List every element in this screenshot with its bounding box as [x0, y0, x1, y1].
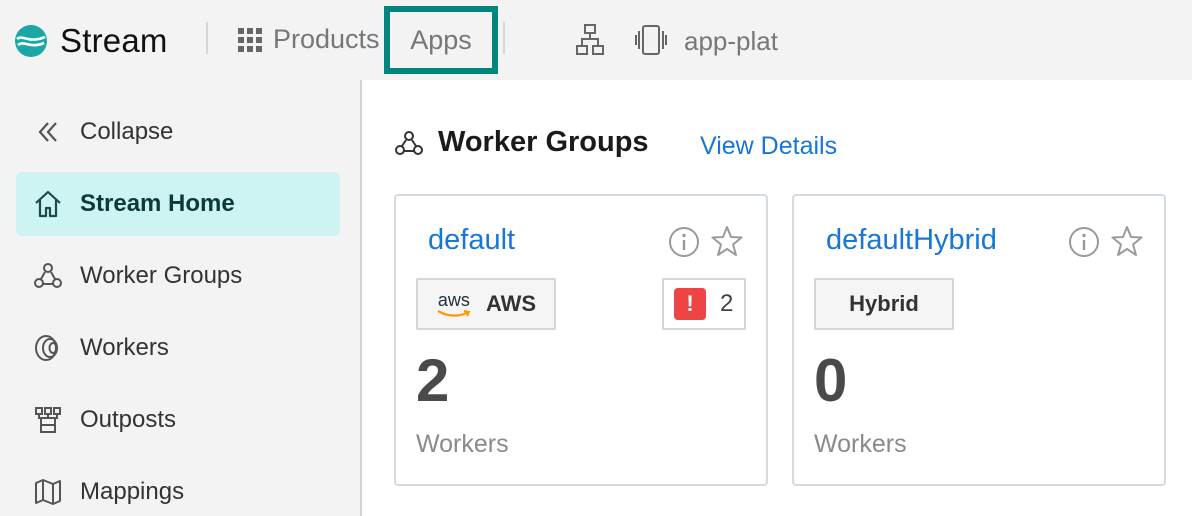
- products-label: Products: [273, 24, 380, 54]
- mappings-icon: [32, 476, 64, 508]
- double-chevron-left-icon: [32, 116, 64, 148]
- grid-icon: [238, 27, 262, 52]
- platform-label: Hybrid: [849, 291, 919, 316]
- platform-label: AWS: [485, 291, 537, 316]
- platform-badge: aws AWS: [416, 278, 556, 330]
- outposts-icon: [32, 404, 64, 436]
- star-icon[interactable]: [710, 224, 744, 258]
- sidebar-item-label: Worker Groups: [80, 262, 243, 289]
- alerts-badge[interactable]: ! 2: [662, 278, 746, 330]
- worker-count: 0: [814, 347, 848, 414]
- worker-count: 2: [416, 347, 450, 414]
- sidebar: Collapse Stream Home Worker Groups Worke…: [0, 80, 362, 516]
- sidebar-item-label: Outposts: [80, 406, 177, 433]
- brand-name: Stream: [60, 22, 168, 59]
- workspace-icon[interactable]: [634, 23, 668, 57]
- sidebar-item-mappings[interactable]: Mappings: [16, 460, 340, 516]
- info-icon[interactable]: [668, 226, 700, 258]
- main-content: Worker Groups View Details default aws A…: [362, 80, 1192, 516]
- products-menu[interactable]: Products: [238, 24, 380, 55]
- worker-groups-icon: [32, 260, 64, 292]
- top-bar: Stream Products Apps app-plat: [0, 0, 1192, 80]
- info-icon[interactable]: [1068, 226, 1100, 258]
- home-icon: [32, 188, 64, 220]
- sidebar-item-outposts[interactable]: Outposts: [16, 388, 340, 452]
- workspace-selector[interactable]: app-plat: [684, 26, 778, 57]
- platform-badge: Hybrid: [814, 278, 954, 330]
- worker-group-card[interactable]: default aws AWS ! 2 2 Workers: [394, 194, 768, 486]
- worker-group-name[interactable]: default: [428, 224, 515, 257]
- hierarchy-icon[interactable]: [576, 24, 604, 56]
- apps-label: Apps: [410, 24, 472, 55]
- sidebar-item-collapse[interactable]: Collapse: [16, 100, 340, 164]
- worker-group-card[interactable]: defaultHybrid Hybrid 0 Workers: [792, 194, 1166, 486]
- apps-button[interactable]: Apps: [384, 6, 498, 74]
- sidebar-item-label: Collapse: [80, 118, 174, 145]
- worker-group-name[interactable]: defaultHybrid: [826, 224, 997, 257]
- alert-icon: !: [674, 288, 706, 320]
- divider: [206, 22, 208, 54]
- sidebar-item-label: Stream Home: [80, 190, 235, 217]
- worker-count-label: Workers: [416, 430, 509, 458]
- sidebar-item-worker-groups[interactable]: Worker Groups: [16, 244, 340, 308]
- workers-icon: [32, 332, 64, 364]
- sidebar-item-label: Workers: [80, 334, 169, 361]
- sidebar-item-workers[interactable]: Workers: [16, 316, 340, 380]
- section-header: Worker Groups: [394, 126, 649, 159]
- sidebar-item-label: Mappings: [80, 478, 185, 505]
- section-title: Worker Groups: [438, 126, 649, 158]
- view-details-link[interactable]: View Details: [700, 132, 837, 161]
- star-icon[interactable]: [1110, 224, 1144, 258]
- alert-count: 2: [720, 290, 734, 317]
- sidebar-item-stream-home[interactable]: Stream Home: [16, 172, 340, 236]
- worker-groups-icon: [395, 130, 423, 155]
- stream-logo-icon: [15, 25, 47, 57]
- brand[interactable]: Stream: [14, 22, 168, 60]
- worker-count-label: Workers: [814, 430, 907, 458]
- divider: [503, 22, 505, 54]
- aws-logo-icon: aws: [436, 291, 472, 318]
